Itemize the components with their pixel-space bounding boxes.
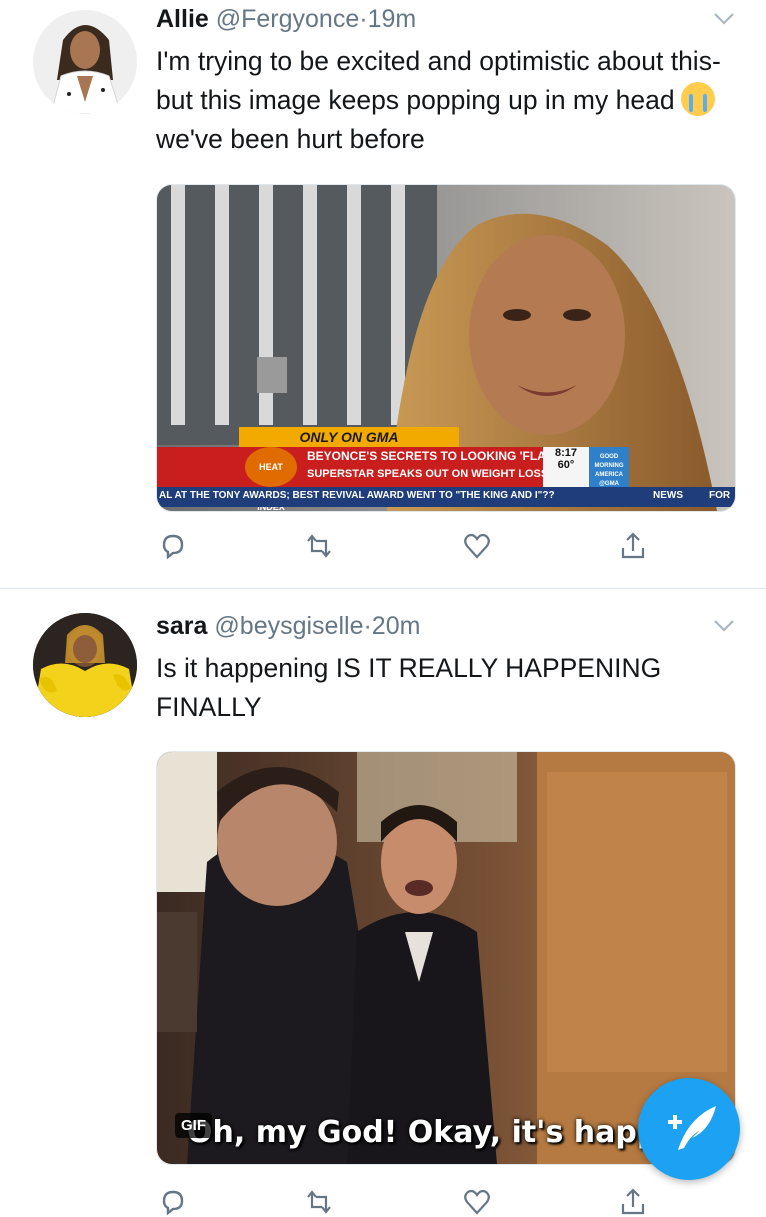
compose-tweet-icon [668,1106,716,1150]
user-handle[interactable]: @Fergyonce [216,5,360,33]
tweet-text: I'm trying to be excited and optimistic … [156,42,746,159]
news-crawl-label: NEWS [653,490,683,501]
chevron-down-icon[interactable] [713,12,735,26]
gif-caption: Oh, my God! Okay, it's happ [187,1115,659,1150]
separator-dot: · [359,5,368,33]
chevron-down-icon[interactable] [713,619,735,633]
loudly-crying-face-icon [680,82,715,116]
clock-time: 8:17 [554,447,578,459]
tweet-text-part1: I'm trying to be excited and optimistic … [156,46,721,115]
reply-icon[interactable] [158,1187,188,1217]
timestamp: 20m [371,612,421,640]
separator-dot: · [363,612,372,640]
tweet[interactable]: Allie @Fergyonce·19m I'm trying to be ex… [0,0,766,589]
compose-tweet-button[interactable] [638,1078,740,1180]
tweet-text-part2: we've been hurt before [156,124,425,154]
timestamp: 19m [367,5,417,33]
avatar[interactable] [33,10,137,114]
retweet-icon[interactable] [304,1187,334,1217]
tweet-header: Allie @Fergyonce·19m [156,4,416,34]
retweet-icon[interactable] [304,531,334,561]
news-crawl-next: FOR [709,490,731,501]
ticker-clock: 8:17 60° [543,447,589,487]
ticker-tag: ONLY ON GMA [239,427,459,447]
news-crawl-text: AL AT THE TONY AWARDS; BEST REVIVAL AWAR… [159,490,555,501]
share-icon[interactable] [618,1187,648,1217]
gma-logo: GOOD MORNING AMERICA @GMA [589,447,629,487]
clock-temp: 60° [557,459,575,471]
user-handle[interactable]: @beysgiselle [214,612,363,640]
display-name[interactable]: sara [156,612,207,640]
gif-badge: GIF [175,1113,212,1138]
share-icon[interactable] [618,531,648,561]
tweet-header: sara @beysgiselle·20m [156,611,420,641]
like-icon[interactable] [462,531,492,561]
avatar[interactable] [33,613,137,717]
tweet-text: Is it happening IS IT REALLY HAPPENING F… [156,653,662,722]
reply-icon[interactable] [158,531,188,561]
like-icon[interactable] [462,1187,492,1217]
gma-logo-text: GOOD MORNING AMERICA [594,454,624,478]
heat-index-badge: HEAT INDEX [245,447,297,511]
tweet-image[interactable]: ONLY ON GMA HEAT INDEX BEYONCE'S SECRETS… [156,184,736,512]
ticker-headline-2: SUPERSTAR SPEAKS OUT ON WEIGHT LOSS [307,468,549,480]
display-name[interactable]: Allie [156,5,209,33]
